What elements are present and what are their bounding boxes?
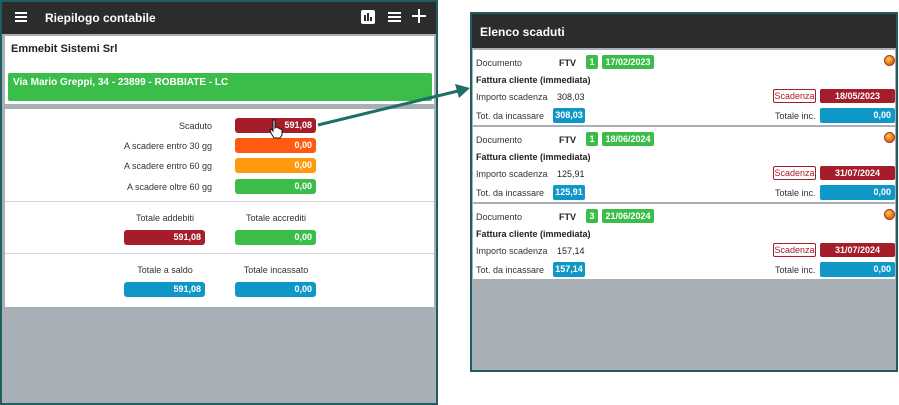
list-icon[interactable] (388, 12, 401, 23)
scadenza-label: Scadenza (773, 243, 816, 257)
row-label-scaduto: Scaduto (178, 121, 212, 131)
app-toolbar: Riepilogo contabile (2, 2, 436, 34)
menu-icon[interactable] (15, 12, 27, 22)
totals-card: Scaduto 591,08 A scadere entro 30 gg 0,0… (5, 109, 434, 307)
importo-label: Importo scadenza (476, 246, 548, 256)
doc-date-badge: 17/02/2023 (602, 55, 654, 69)
tot-incassare-value: 308,03 (553, 108, 585, 123)
totale-accrediti-label: Totale accrediti (245, 213, 307, 223)
totale-saldo-label: Totale a saldo (137, 265, 193, 275)
doc-description: Fattura cliente (immediata) (476, 229, 591, 239)
documento-label: Documento (476, 58, 523, 68)
totale-accrediti-button[interactable]: 0,00 (235, 230, 316, 245)
totale-inc-value: 0,00 (820, 185, 895, 200)
status-dot-icon (884, 55, 895, 66)
totale-addebiti-label: Totale addebiti (135, 213, 195, 223)
importo-value: 308,03 (557, 92, 585, 102)
status-dot-icon (884, 209, 895, 220)
hand-pointer-icon (269, 119, 283, 139)
doc-number-badge: 1 (586, 132, 598, 146)
importo-label: Importo scadenza (476, 169, 548, 179)
scadenza-date: 31/07/2024 (820, 166, 895, 180)
company-name: Emmebit Sistemi Srl (11, 43, 118, 55)
totale-incassato-button[interactable]: 0,00 (235, 282, 316, 297)
plus-icon[interactable] (411, 8, 427, 24)
overdue-list-screen: Elenco scaduti Documento FTV 1 17/02/202… (470, 12, 898, 372)
doc-description: Fattura cliente (immediata) (476, 75, 591, 85)
tot-incassare-label: Tot. da incassare (476, 111, 545, 121)
bar-chart-icon[interactable] (361, 10, 375, 24)
documento-label: Documento (476, 212, 523, 222)
tot-incassare-label: Tot. da incassare (476, 265, 545, 275)
list-item[interactable]: Documento FTV 1 18/06/2024 Fattura clien… (473, 127, 895, 202)
importo-label: Importo scadenza (476, 92, 548, 102)
doc-number-badge: 1 (586, 55, 598, 69)
totale-inc-label: Totale inc. (775, 188, 816, 198)
oltre-60gg-value-button[interactable]: 0,00 (235, 179, 316, 194)
entro-60gg-value-button[interactable]: 0,00 (235, 158, 316, 173)
totale-saldo-button[interactable]: 591,08 (124, 282, 205, 297)
totale-incassato-label: Totale incassato (243, 265, 309, 275)
doc-description: Fattura cliente (immediata) (476, 152, 591, 162)
doc-type: FTV (559, 135, 576, 145)
row-label-60gg: A scadere entro 60 gg (123, 161, 212, 171)
scadenza-label: Scadenza (773, 166, 816, 180)
tot-incassare-value: 125,91 (553, 185, 585, 200)
divider (5, 253, 434, 254)
totale-inc-value: 0,00 (820, 108, 895, 123)
status-dot-icon (884, 132, 895, 143)
list-item[interactable]: Documento FTV 1 17/02/2023 Fattura clien… (473, 50, 895, 125)
company-card: Emmebit Sistemi Srl Via Mario Greppi, 34… (5, 36, 434, 104)
doc-type: FTV (559, 58, 576, 68)
list-item[interactable]: Documento FTV 3 21/06/2024 Fattura clien… (473, 204, 895, 279)
importo-value: 157,14 (557, 246, 585, 256)
totale-addebiti-button[interactable]: 591,08 (124, 230, 205, 245)
overdue-list-title: Elenco scaduti (472, 14, 896, 48)
doc-date-badge: 18/06/2024 (602, 132, 654, 146)
divider (5, 201, 434, 202)
tot-incassare-label: Tot. da incassare (476, 188, 545, 198)
scadenza-label: Scadenza (773, 89, 816, 103)
address-bar[interactable]: Via Mario Greppi, 34 - 23899 - ROBBIATE … (8, 73, 432, 101)
doc-type: FTV (559, 212, 576, 222)
row-label-30gg: A scadere entro 30 gg (123, 141, 212, 151)
scadenza-date: 18/05/2023 (820, 89, 895, 103)
totale-inc-label: Totale inc. (775, 265, 816, 275)
doc-number-badge: 3 (586, 209, 598, 223)
documento-label: Documento (476, 135, 523, 145)
summary-screen: Riepilogo contabile Emmebit Sistemi Srl … (0, 0, 438, 405)
row-label-oltre-60gg: A scadere oltre 60 gg (126, 182, 212, 192)
tot-incassare-value: 157,14 (553, 262, 585, 277)
entro-30gg-value-button[interactable]: 0,00 (235, 138, 316, 153)
totale-inc-label: Totale inc. (775, 111, 816, 121)
scadenza-date: 31/07/2024 (820, 243, 895, 257)
page-title: Riepilogo contabile (45, 11, 156, 25)
totale-inc-value: 0,00 (820, 262, 895, 277)
doc-date-badge: 21/06/2024 (602, 209, 654, 223)
importo-value: 125,91 (557, 169, 585, 179)
